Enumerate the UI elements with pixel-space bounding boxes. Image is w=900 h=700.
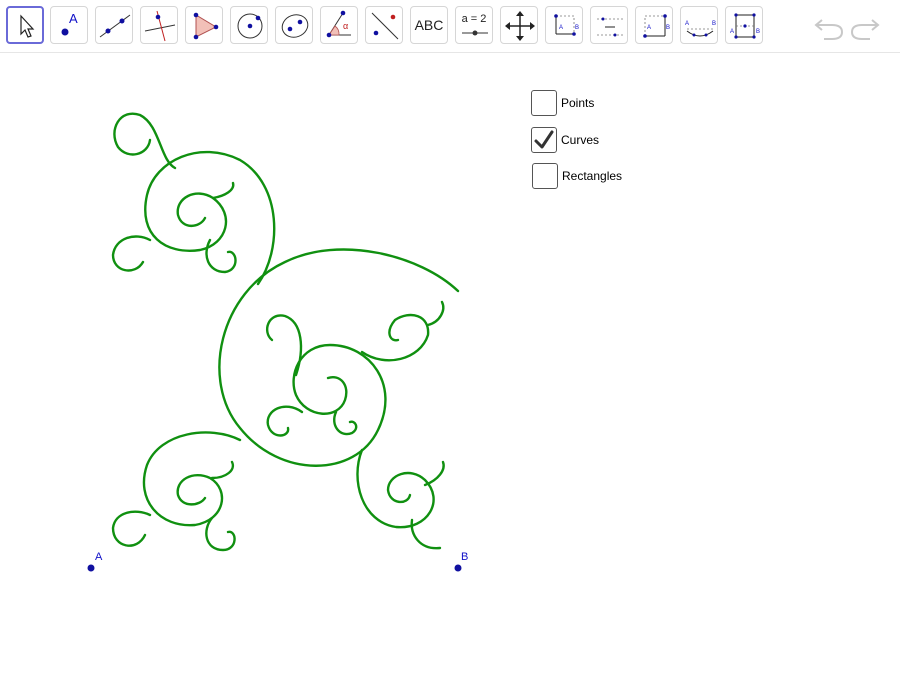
cursor-arrow-icon [20,14,35,38]
curves-checkbox-row[interactable]: Curves [531,127,599,153]
inner-bottom-left-curl-curve [266,405,304,437]
points-checkbox[interactable] [531,90,557,116]
point-tool-label: A [69,11,78,26]
inner-bottom-right-curl-curve [333,410,358,436]
text-tool-button[interactable]: ABC [410,6,448,44]
reflect-tool-button[interactable] [365,6,403,44]
rectangles-checkbox-row[interactable]: Rectangles [532,163,622,189]
circle-tool-button[interactable] [230,6,268,44]
custom-tool-5-label-a: A [730,29,735,35]
slider-tool-button[interactable]: a = 2 [455,6,493,44]
lower-right-mini-curl-curve [210,460,235,480]
points-checkbox-row[interactable]: Points [531,90,594,116]
rectangles-checkbox-label: Rectangles [562,169,623,183]
point-tool-button[interactable]: A [50,6,88,44]
custom-tool-1-label-a: A [559,25,564,31]
undo-icon [814,19,844,40]
perpendicular-line-icon [144,10,176,42]
custom-tool-3-button[interactable]: A B [635,6,673,44]
custom-tool-5-label-b: B [756,29,761,35]
graphics-view[interactable]: A B Points Curves Rectangles [0,53,900,700]
move-tool-button[interactable] [6,6,44,44]
custom-tool-4-button[interactable]: A B [680,6,718,44]
curve-drawing[interactable] [0,53,900,700]
custom-tool-parallel-icon [597,17,623,37]
custom-tool-3-label-a: A [647,25,652,31]
custom-tool-1-button[interactable]: A B [545,6,583,44]
upper-right-curl-curve [211,181,235,200]
line-icon [99,14,131,38]
point-a-label: A [95,551,103,563]
triangle-icon [193,12,219,40]
ellipse-icon [281,14,309,38]
move-graphics-tool-button[interactable] [500,6,538,44]
custom-tool-4-label-b: B [712,21,717,27]
custom-tool-3-label-b: B [666,25,671,31]
curves-checkbox-label: Curves [561,133,600,147]
curves-checkbox[interactable] [531,127,557,153]
custom-tool-5-button[interactable]: A B [725,6,763,44]
circle-icon [237,13,263,39]
angle-tool-label: α [343,21,349,31]
custom-tool-grid-icon [734,13,756,39]
upper-left-lower-curl-curve [111,235,152,272]
point-b-label: B [461,551,469,563]
checkmark-icon [534,130,554,149]
angle-icon [326,10,351,38]
undo-button[interactable] [812,12,846,42]
inner-right-tail-curve [426,300,445,327]
points-checkbox-label: Points [561,96,595,110]
lower-left-small-curl-curve [111,510,152,547]
lower-left-spiral-curve [142,431,242,527]
reflect-icon [371,12,399,40]
angle-tool-button[interactable]: α [320,6,358,44]
text-tool-label: ABC [414,17,444,33]
inner-top-right-curl-curve [360,313,430,362]
line-tool-button[interactable] [95,6,133,44]
redo-icon [850,19,880,40]
redo-button[interactable] [848,12,882,42]
toolbar: A α ABC a = 2 A B A B A B A B [0,0,900,53]
perpendicular-tool-button[interactable] [140,6,178,44]
four-arrows-icon [505,11,535,41]
polygon-tool-button[interactable] [185,6,223,44]
top-curl-curve [113,112,177,170]
custom-tool-2-button[interactable] [590,6,628,44]
main-spiral-curve [218,248,460,467]
lower-bottom-curl-curve [205,516,236,552]
slider-icon [462,30,488,36]
lower-right-spiral-curve [356,448,435,529]
rectangles-checkbox[interactable] [532,163,558,189]
custom-tool-4-label-a: A [685,21,690,27]
custom-tool-1-label-b: B [575,25,580,31]
ellipse-tool-button[interactable] [275,6,313,44]
